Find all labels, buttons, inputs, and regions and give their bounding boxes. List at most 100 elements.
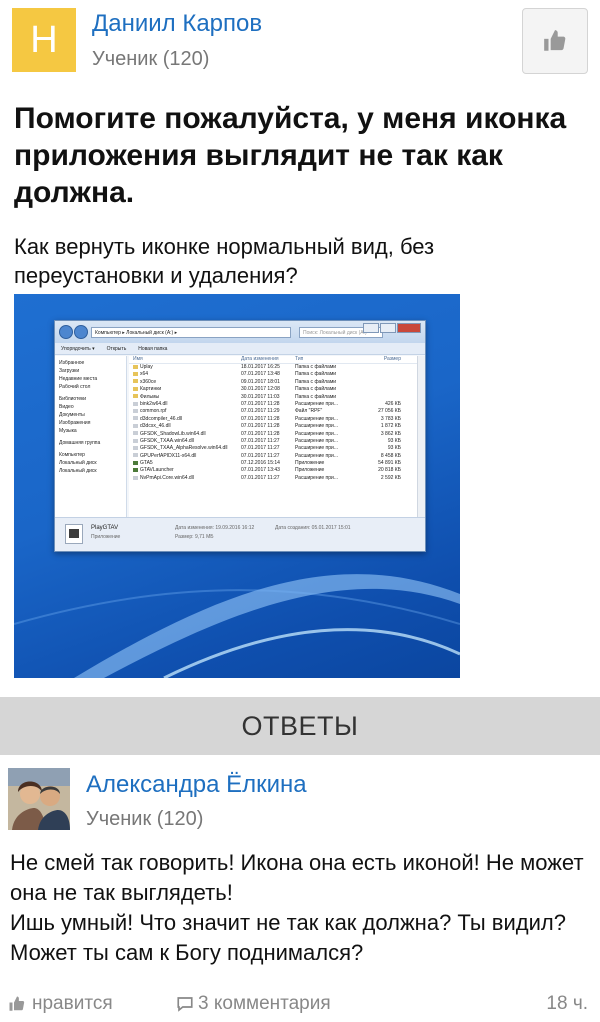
file-name: common.rpf — [129, 408, 241, 415]
file-type: Папка с файлами — [295, 386, 337, 393]
nav-item: Библиотеки — [59, 396, 87, 402]
minimize-icon — [363, 323, 379, 333]
file-size — [351, 364, 401, 371]
nav-item: Музыка — [59, 428, 77, 434]
file-date: 07.01.2017 11:28 — [241, 400, 280, 407]
file-row: x64 07.01.2017 13:48 Папка с файлами — [129, 371, 417, 378]
file-name: GFSDK_ShadowLib.win64.dll — [129, 431, 241, 438]
details-modified: Дата изменения: 19.09.2016 16:12 — [175, 525, 255, 531]
nav-item: Рабочий стол — [59, 384, 91, 390]
answer-actions: нравится 3 комментария 18 ч. — [0, 990, 600, 1020]
file-date: 07.01.2017 11:27 — [241, 437, 280, 444]
file-type: Папка с файлами — [295, 371, 337, 378]
file-type: Расширение при... — [295, 415, 338, 422]
file-row: GFSDK_TXAA_AlphaResolve.win64.dll 07.01.2… — [129, 445, 417, 452]
file-name: Фильмы — [129, 394, 241, 401]
author-name[interactable]: Даниил Карпов — [92, 10, 262, 38]
nav-item: Недавние места — [59, 376, 98, 382]
file-date: 30.01.2017 11:03 — [241, 393, 280, 400]
toolbar-open: Открыть — [106, 345, 127, 352]
file-size: 3 862 КБ — [380, 430, 401, 437]
comments-label: 3 комментария — [198, 993, 331, 1014]
nav-item: Локальный диск — [59, 460, 97, 466]
question-screenshot[interactable]: Компьютер ▸ Локальный диск (A:) ▸ Поиск:… — [14, 294, 460, 678]
file-size — [351, 394, 401, 401]
file-date: 07.01.2017 11:27 — [241, 474, 280, 481]
file-size: 2 592 КБ — [380, 474, 401, 481]
like-button[interactable] — [522, 8, 588, 74]
toolbar-new-folder: Новая папка — [138, 345, 168, 352]
file-type: Расширение при... — [295, 474, 338, 481]
file-row: d3dcsx_46.dll 07.01.2017 11:28 Расширение … — [129, 423, 417, 430]
file-row: GPUPerfAPIDX11-x64.dll 07.01.2017 11:27 Ра… — [129, 453, 417, 460]
answer-author-name[interactable]: Александра Ёлкина — [86, 771, 307, 799]
answer-text: Не смей так говорить! Икона она есть ико… — [10, 848, 590, 968]
file-name: GTA5 — [129, 460, 241, 467]
file-type: Папка с файлами — [295, 393, 337, 400]
file-size — [351, 371, 401, 378]
file-name: Картинки — [129, 386, 241, 393]
answers-header: ОТВЕТЫ — [0, 697, 600, 755]
nav-item: Изображения — [59, 420, 91, 426]
answer-time: 18 ч. — [546, 993, 588, 1014]
toolbar-organize: Упорядочить ▾ — [61, 345, 95, 352]
answer-like-button[interactable]: нравится — [8, 993, 113, 1015]
details-type: Приложение — [91, 534, 121, 540]
file-name: Uplay — [129, 364, 241, 371]
answer-comments-button[interactable]: 3 комментария — [176, 993, 331, 1015]
file-size — [351, 386, 401, 393]
question-title: Помогите пожалуйста, у меня иконка прило… — [14, 102, 567, 209]
explorer-file-list: Имя Дата изменения Тип Размер Uplay 18.01… — [129, 356, 417, 518]
file-row: d3dcompiler_46.dll 07.01.2017 11:28 Расшир… — [129, 416, 417, 423]
file-type: Расширение при... — [295, 437, 338, 444]
file-type: Расширение при... — [295, 445, 338, 452]
details-size: Размер: 9,71 МБ — [175, 534, 214, 540]
forward-icon — [74, 325, 88, 339]
maximize-icon — [380, 323, 396, 333]
window-controls — [363, 323, 421, 333]
file-list-header: Имя Дата изменения Тип Размер — [129, 356, 417, 364]
file-row: Фильмы 30.01.2017 11:03 Папка с файлами — [129, 394, 417, 401]
file-date: 07.01.2017 11:27 — [241, 452, 280, 459]
avatar[interactable]: Н — [12, 8, 76, 72]
comment-icon — [177, 997, 193, 1012]
nav-item: Загрузки — [59, 368, 80, 374]
file-type: Приложение — [295, 460, 325, 467]
file-date: 07.01.2017 11:28 — [241, 430, 280, 437]
file-row: x360ce 09.01.2017 18:01 Папка с файлами — [129, 379, 417, 386]
col-date: Дата изменения — [241, 356, 279, 362]
address-bar: Компьютер ▸ Локальный диск (A:) ▸ — [91, 327, 291, 338]
file-row: NvPmApi.Core.win64.dll 07.01.2017 11:27 Ра… — [129, 475, 417, 482]
file-row: bink2w64.dll 07.01.2017 11:28 Расширение п… — [129, 401, 417, 408]
details-name: PlayGTAV — [91, 525, 119, 531]
question-body: Как вернуть иконке нормальный вид, без п… — [14, 234, 435, 288]
answer-author-avatar[interactable] — [8, 768, 70, 830]
nav-item: Домашняя группа — [59, 440, 101, 446]
file-size: 93 КБ — [387, 445, 401, 452]
file-name: GFSDK_TXAA.win64.dll — [129, 438, 241, 445]
explorer-toolbar: Упорядочить ▾ Открыть Новая папка — [55, 343, 425, 355]
file-date: 07.01.2017 11:28 — [241, 423, 280, 430]
answer-author-rank: Ученик (120) — [86, 808, 204, 830]
explorer-titlebar: Компьютер ▸ Локальный диск (A:) ▸ Поиск:… — [55, 321, 425, 343]
scrollbar — [417, 356, 425, 518]
answer-line: Ишь умный! Что значит не так как должна?… — [10, 910, 566, 965]
file-type: Расширение при... — [295, 400, 338, 407]
file-name: x360ce — [129, 379, 241, 386]
app-file-icon — [65, 524, 83, 544]
nav-item: Компьютер — [59, 452, 85, 458]
file-type: Папка с файлами — [295, 364, 337, 370]
answer-line: Не смей так говорить! Икона она есть ико… — [10, 850, 584, 905]
details-created: Дата создания: 05.01.2017 15:01 — [275, 525, 351, 531]
file-date: 07.01.2017 11:29 — [241, 408, 280, 415]
file-type: Расширение при... — [295, 452, 338, 459]
file-name: d3dcsx_46.dll — [129, 423, 241, 430]
file-row: GTAVLauncher 07.01.2017 13:43 Приложение 20… — [129, 467, 417, 474]
back-icon — [59, 325, 73, 339]
explorer-window: Компьютер ▸ Локальный диск (A:) ▸ Поиск:… — [54, 320, 426, 552]
like-label: нравится — [32, 993, 113, 1014]
file-row: Картинки 30.01.2017 12:08 Папка с файлами — [129, 386, 417, 393]
file-name: d3dcompiler_46.dll — [129, 416, 241, 423]
file-size: 54 891 КБ — [378, 460, 401, 467]
file-row: common.rpf 07.01.2017 11:29 Файл "RPF" 27 0… — [129, 408, 417, 415]
